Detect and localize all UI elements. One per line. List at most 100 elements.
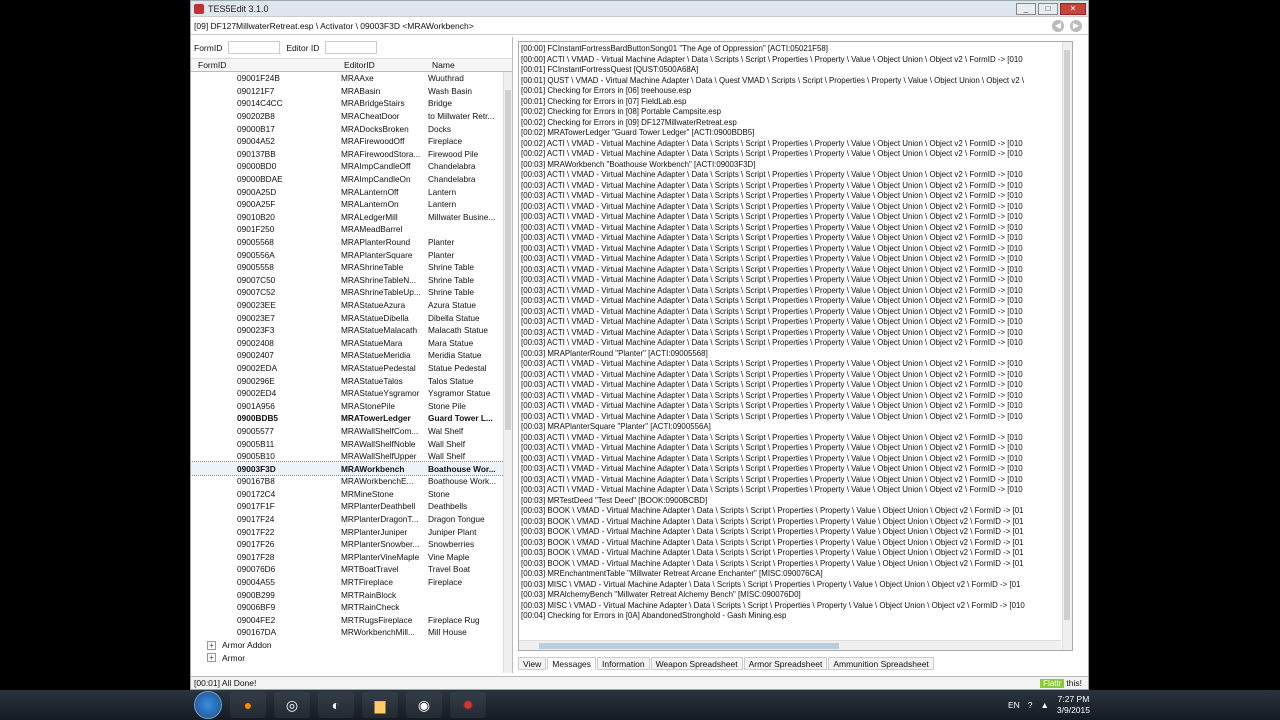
tab-view[interactable]: View: [518, 657, 547, 670]
log-line: [00:03] ACTI \ VMAD - Virtual Machine Ad…: [521, 443, 1023, 452]
record-editorid: MRAWorkbenchE...: [341, 476, 414, 487]
clock[interactable]: 7:27 PM 3/9/2015: [1057, 694, 1090, 716]
record-editorid: MRAWallShelfUpper: [341, 451, 417, 462]
steam-icon[interactable]: ◐: [318, 692, 354, 718]
record-formid: 090076D6: [237, 564, 276, 575]
record-editorid: MRAShrineTableN...: [341, 274, 417, 285]
close-button[interactable]: ✕: [1060, 2, 1086, 15]
record-row[interactable]: 09002407 MRAStatueMeridia Meridia Statue: [191, 349, 512, 362]
record-formid: 090121F7: [237, 85, 275, 96]
firefox-icon[interactable]: ●: [230, 692, 266, 718]
record-row[interactable]: 09007C52 MRAShrineTableUp... Shrine Table: [191, 286, 512, 299]
window-title: TES5Edit 3.1.0: [208, 3, 269, 14]
start-button[interactable]: [194, 691, 222, 719]
record-formid: 0900A25D: [237, 186, 277, 197]
record-row[interactable]: 090076D6 MRTBoatTravel Travel Boat: [191, 563, 512, 576]
record-row[interactable]: 0900A25D MRALanternOff Lantern: [191, 185, 512, 198]
record-row[interactable]: 090121F7 MRABasin Wash Basin: [191, 85, 512, 98]
log-line: [00:01] FCInstantFortressQuest [QUST:050…: [521, 65, 699, 74]
column-editorid[interactable]: EditorID: [337, 60, 425, 70]
record-row[interactable]: 0901A956 MRAStonePile Stone Pile: [191, 399, 512, 412]
record-row[interactable]: 09004FE2 MRTRugsFireplace Fireplace Rug: [191, 614, 512, 627]
help-icon[interactable]: ?: [1028, 700, 1033, 710]
record-row[interactable]: 090167DA MRWorkbenchMill... Mill House: [191, 626, 512, 639]
record-row[interactable]: 090202B8 MRACheatDoor to Millwater Retr...: [191, 110, 512, 123]
expand-icon[interactable]: +: [207, 653, 216, 662]
record-row[interactable]: 0900BDB5 MRATowerLedger Guard Tower L...: [191, 412, 512, 425]
record-formid: 09017F22: [237, 526, 275, 537]
messages-panel: [00:00] FCInstantFortressBardButtonSong0…: [518, 41, 1073, 651]
record-row[interactable]: 09000B17 MRADocksBroken Docks: [191, 122, 512, 135]
record-row[interactable]: 09004A52 MRAFirewoodOff Fireplace: [191, 135, 512, 148]
flattr-button[interactable]: Flattr this!: [1040, 678, 1082, 688]
tes5edit-taskbar-icon[interactable]: ✹: [450, 692, 486, 718]
record-row[interactable]: 09005558 MRAShrineTable Shrine Table: [191, 261, 512, 274]
record-row[interactable]: 09002408 MRAStatueMara Mara Statue: [191, 336, 512, 349]
record-row[interactable]: 09005568 MRAPlanterRound Planter: [191, 236, 512, 249]
flag-icon[interactable]: ▲: [1040, 700, 1048, 710]
log-vscrollbar[interactable]: [1062, 42, 1072, 650]
record-row[interactable]: 09017F28 MRPlanterVineMaple Vine Maple: [191, 551, 512, 564]
tree-group[interactable]: + Armor: [191, 651, 512, 662]
folder-icon[interactable]: ▆: [362, 692, 398, 718]
back-icon[interactable]: ◀: [1052, 19, 1064, 32]
app-icon-5[interactable]: ◉: [406, 692, 442, 718]
record-row[interactable]: 09017F1F MRPlanterDeathbell Deathbells: [191, 500, 512, 513]
record-row[interactable]: 09002ED4 MRAStatueYsgramor Ysgramor Statue: [191, 387, 512, 400]
record-row[interactable]: 09005B11 MRAWallShelfNoble Wall Shelf: [191, 437, 512, 450]
record-row[interactable]: 0900296E MRAStatueTalos Talos Statue: [191, 374, 512, 387]
column-formid[interactable]: FormID: [191, 60, 337, 70]
app-icon-2[interactable]: ◎: [274, 692, 310, 718]
record-row[interactable]: 09002EDA MRAStatuePedestal Statue Pedestal: [191, 362, 512, 375]
record-row[interactable]: 09000BD0 MRAImpCandleOff Chandelabra: [191, 160, 512, 173]
tab-weapon-spreadsheet[interactable]: Weapon Spreadsheet: [650, 657, 743, 670]
record-row[interactable]: 090137BB MRAFirewoodStora... Firewood Pile: [191, 148, 512, 161]
minimize-button[interactable]: _: [1016, 2, 1036, 15]
record-formid: 0901A956: [237, 400, 275, 411]
tab-armor-spreadsheet[interactable]: Armor Spreadsheet: [743, 657, 828, 670]
record-row[interactable]: 09017F26 MRPlanterSnowber... Snowberries: [191, 538, 512, 551]
tab-information[interactable]: Information: [597, 657, 650, 670]
record-row[interactable]: 090167B8 MRAWorkbenchE... Boathouse Work..…: [191, 475, 512, 488]
maximize-button[interactable]: □: [1038, 2, 1058, 15]
tab-messages[interactable]: Messages: [547, 657, 597, 670]
record-row[interactable]: 0900A25F MRALanternOn Lantern: [191, 198, 512, 211]
record-row[interactable]: 09003F3D MRAWorkbench Boathouse Wor...: [191, 461, 512, 476]
record-formid: 09017F1F: [237, 501, 275, 512]
tab-ammunition-spreadsheet[interactable]: Ammunition Spreadsheet: [828, 657, 934, 670]
record-row[interactable]: 09014C4CC MRABridgeStairs Bridge: [191, 97, 512, 110]
record-row[interactable]: 090023F3 MRAStatueMalacath Malacath Statue: [191, 324, 512, 337]
tree-group[interactable]: + Armor Addon: [191, 639, 512, 652]
editorid-filter-input[interactable]: [325, 41, 378, 54]
record-row[interactable]: 09007C50 MRAShrineTableN... Shrine Table: [191, 274, 512, 287]
record-row[interactable]: 09005B10 MRAWallShelfUpper Wall Shelf: [191, 450, 512, 463]
column-name[interactable]: Name: [425, 60, 497, 70]
record-name: Fireplace: [428, 577, 463, 588]
record-row[interactable]: 0901F250 MRAMeadBarrel: [191, 223, 512, 236]
record-row[interactable]: 09004A55 MRTFireplace Fireplace: [191, 576, 512, 589]
record-row[interactable]: 09005577 MRAWallShelfCom... Wal Shelf: [191, 425, 512, 438]
record-row[interactable]: 09017F22 MRPlanterJuniper Juniper Plant: [191, 525, 512, 538]
formid-filter-input[interactable]: [228, 41, 281, 54]
record-row[interactable]: 0900556A MRAPlanterSquare Planter: [191, 248, 512, 261]
record-editorid: MRPlanterVineMaple: [341, 551, 420, 562]
record-formid: 09005577: [237, 425, 274, 436]
record-row[interactable]: 09001F24B MRAAxe Wuuthrad: [191, 72, 512, 85]
record-row[interactable]: 09000BDAE MRAImpCandleOn Chandelabra: [191, 173, 512, 186]
forward-icon[interactable]: ▶: [1070, 19, 1082, 32]
language-indicator[interactable]: EN: [1008, 700, 1020, 710]
log-line: [00:03] MRAPlanterSquare "Planter" [ACTI…: [521, 422, 711, 431]
record-formid: 09005B11: [237, 438, 275, 449]
log-line: [00:03] MRAWorkbench "Boathouse Workbenc…: [521, 159, 756, 169]
tree-scrollbar[interactable]: [503, 72, 512, 673]
record-row[interactable]: 090023E7 MRAStatueDibella Dibella Statue: [191, 311, 512, 324]
record-row[interactable]: 09006BF9 MRTRainCheck: [191, 601, 512, 614]
record-row[interactable]: 0900B299 MRTRainBlock: [191, 588, 512, 601]
expand-icon[interactable]: +: [207, 640, 216, 650]
record-row[interactable]: 09010B20 MRALedgerMill Millwater Busine...: [191, 211, 512, 224]
record-row[interactable]: 090172C4 MRMineStone Stone: [191, 488, 512, 501]
log-hscrollbar[interactable]: [519, 640, 1061, 650]
record-row[interactable]: 09017F24 MRPlanterDragonT... Dragon Tongue: [191, 513, 512, 526]
log-line: [00:03] ACTI \ VMAD - Virtual Machine Ad…: [521, 306, 1023, 316]
record-row[interactable]: 090023EE MRAStatueAzura Azura Statue: [191, 299, 512, 312]
